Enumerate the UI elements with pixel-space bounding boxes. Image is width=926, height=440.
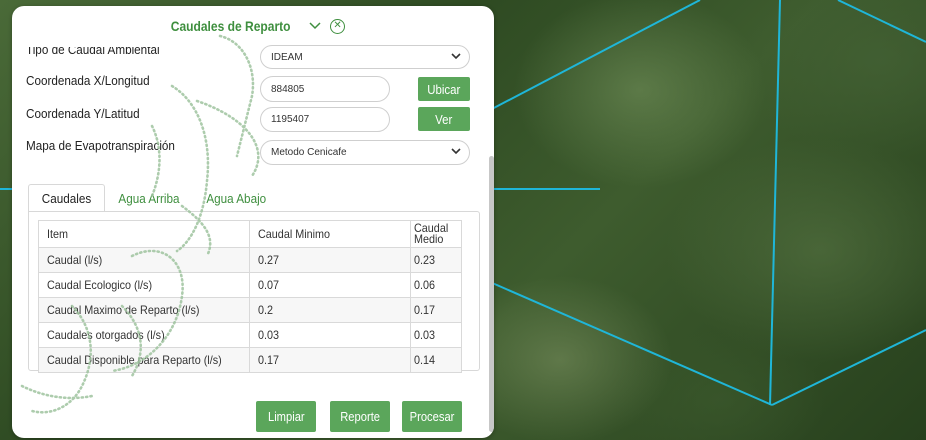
column-header-caudal-medio: Caudal Medio bbox=[410, 220, 462, 248]
coord-y-input[interactable]: 1195407 bbox=[260, 107, 390, 132]
close-circle-icon[interactable]: ✕ bbox=[330, 18, 346, 34]
reporte-button-label: Reporte bbox=[340, 409, 380, 424]
chevron-down-icon bbox=[451, 51, 461, 63]
procesar-button[interactable]: Procesar bbox=[402, 401, 462, 432]
mapa-evapotranspiracion-value: Metodo Cenicafe bbox=[271, 147, 347, 158]
ver-button[interactable]: Ver bbox=[418, 107, 470, 131]
limpiar-button-label: Limpiar bbox=[267, 409, 305, 424]
column-header-caudal-minimo: Caudal Minimo bbox=[249, 220, 411, 248]
table-row: Caudal Maximo de Reparto (l/s) 0.2 0.17 bbox=[37, 297, 462, 323]
chevron-down-icon[interactable] bbox=[308, 21, 322, 31]
caudales-table-container: Item Caudal Minimo Caudal Medio Caudal (… bbox=[28, 211, 480, 373]
table-header-row: Item Caudal Minimo Caudal Medio bbox=[37, 220, 462, 248]
table-row: Caudal Ecologico (l/s) 0.07 0.06 bbox=[37, 272, 462, 298]
table-row: Caudal (l/s) 0.27 0.23 bbox=[37, 247, 462, 273]
ubicar-button-label: Ubicar bbox=[427, 81, 461, 97]
caudales-table: Item Caudal Minimo Caudal Medio Caudal (… bbox=[37, 220, 462, 373]
table-row: Caudales otorgados (l/s) 0.03 0.03 bbox=[37, 322, 462, 348]
tipo-caudal-value: IDEAM bbox=[271, 51, 303, 63]
tab-agua-arriba[interactable]: Agua Arriba bbox=[105, 184, 193, 212]
ver-button-label: Ver bbox=[435, 111, 453, 127]
coord-x-label: Coordenada X/Longitud bbox=[26, 73, 150, 88]
table-row: Caudal Disponible para Reparto (l/s) 0.1… bbox=[37, 347, 462, 373]
reporte-button[interactable]: Reporte bbox=[330, 401, 390, 432]
mapa-evapotranspiracion-label: Mapa de Evapotranspiración bbox=[26, 138, 175, 153]
tab-agua-abajo[interactable]: Agua Abajo bbox=[193, 184, 280, 212]
column-header-item: Item bbox=[37, 220, 251, 248]
panel-scrollbar[interactable] bbox=[489, 156, 494, 432]
result-tabs: Caudales Agua Arriba Agua Abajo bbox=[28, 184, 279, 212]
caudales-panel: Caudales de Reparto ✕ Tipo de Caudal Amb… bbox=[12, 6, 494, 438]
limpiar-button[interactable]: Limpiar bbox=[256, 401, 316, 432]
panel-header: Caudales de Reparto ✕ bbox=[12, 6, 494, 46]
tab-caudales[interactable]: Caudales bbox=[28, 184, 105, 212]
coord-x-input[interactable]: 884805 bbox=[260, 76, 390, 102]
ubicar-button[interactable]: Ubicar bbox=[418, 77, 470, 101]
procesar-button-label: Procesar bbox=[409, 409, 455, 424]
chevron-down-icon bbox=[451, 146, 461, 158]
tipo-caudal-select[interactable]: IDEAM bbox=[260, 45, 470, 69]
coord-y-label: Coordenada Y/Latitud bbox=[26, 106, 140, 121]
panel-title: Caudales de Reparto bbox=[170, 18, 291, 34]
mapa-evapotranspiracion-select[interactable]: Metodo Cenicafe bbox=[260, 140, 470, 165]
